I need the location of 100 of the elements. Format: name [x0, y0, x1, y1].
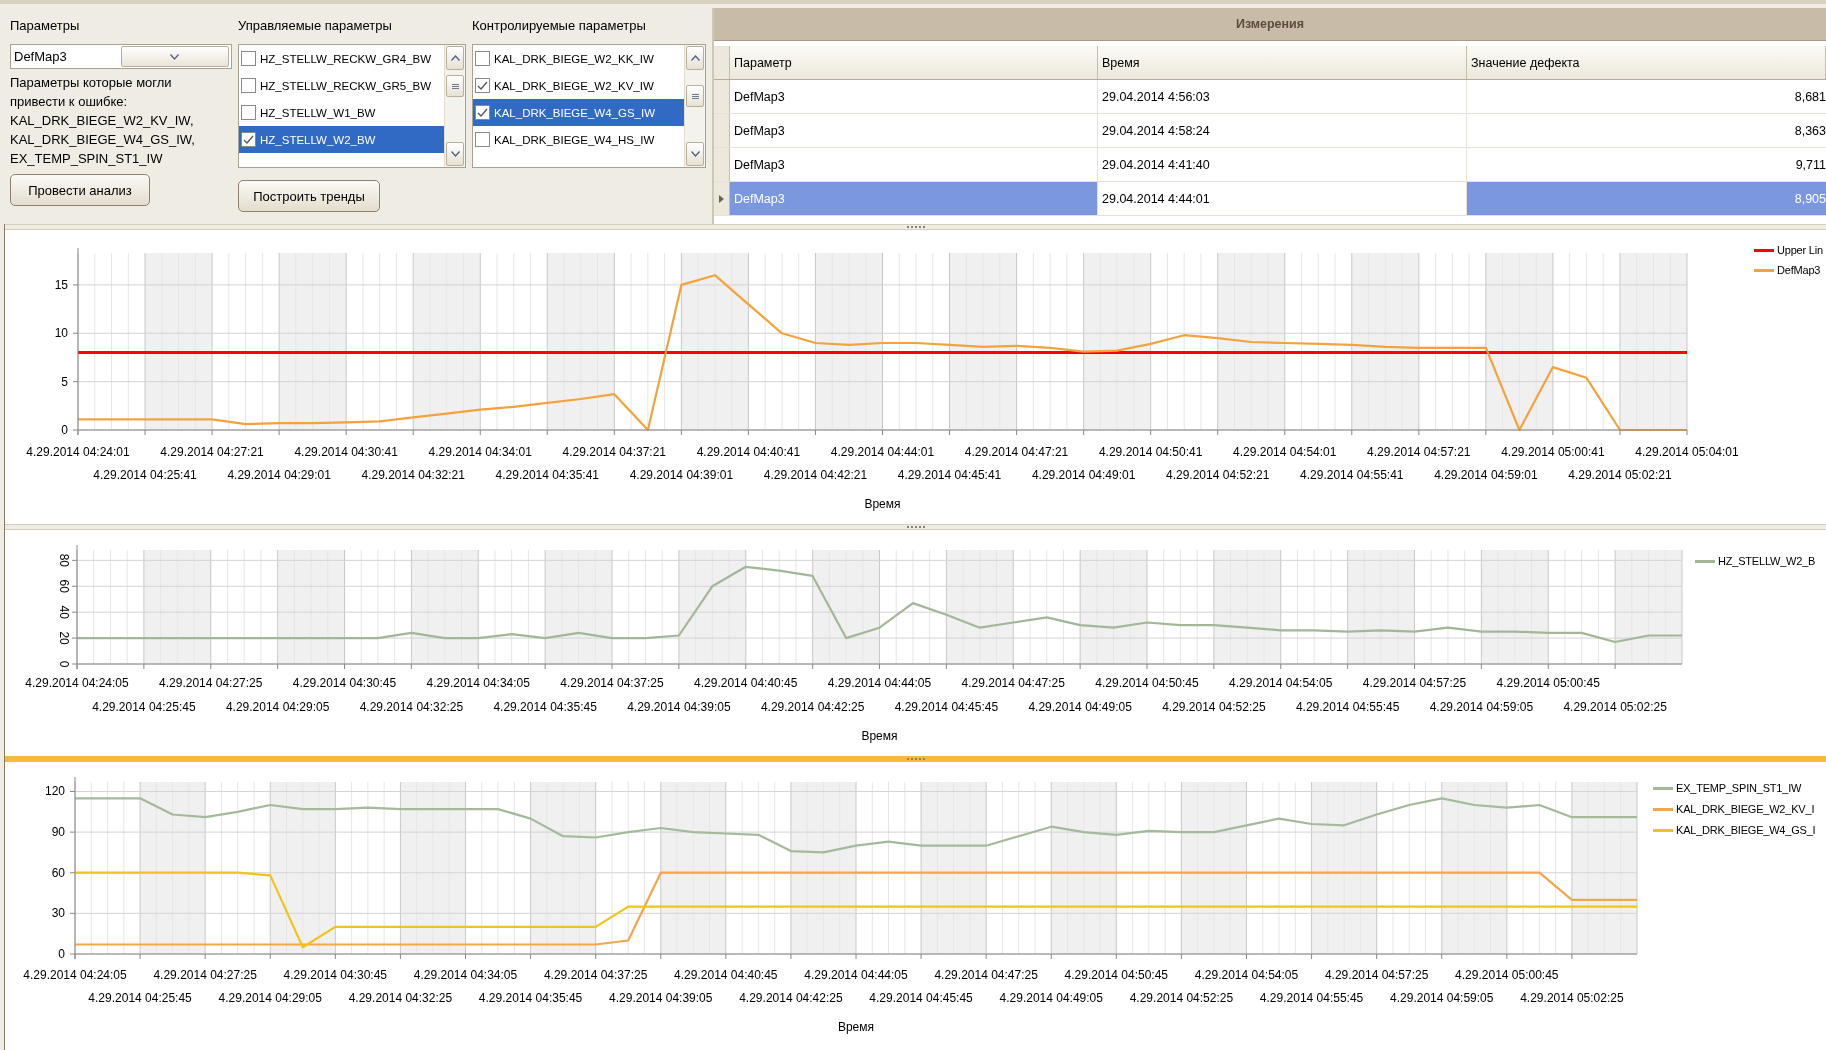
- suspect-parameter: KAL_DRK_BIEGE_W2_KV_IW,: [10, 112, 195, 130]
- scroll-down-button[interactable]: [446, 142, 464, 166]
- table-row[interactable]: DefMap3 29.04.2014 4:56:03 8,681: [714, 80, 1826, 114]
- tick-label: 4.29.2014 04:27:25: [153, 968, 257, 982]
- table-cell-text: 8,681: [1793, 88, 1826, 106]
- panel-label: Контролируемые параметры: [472, 18, 647, 35]
- table-row[interactable]: DefMap3 29.04.2014 4:58:24 8,363: [714, 114, 1826, 148]
- tick-label: 4.29.2014 04:42:25: [760, 700, 865, 714]
- tick-label: 20: [57, 631, 71, 645]
- grip-icon: [690, 92, 700, 100]
- tick-label: 4.29.2014 04:37:25: [543, 968, 648, 982]
- tick-label: 4.29.2014 04:52:21: [1166, 468, 1270, 482]
- tick-label: 4.29.2014 04:29:01: [227, 468, 331, 482]
- tick-label: 4.29.2014 04:55:45: [1259, 991, 1364, 1005]
- list-item[interactable]: HZ_STELLW_W1_BW: [239, 99, 444, 126]
- row-header[interactable]: [714, 182, 730, 215]
- checkbox[interactable]: [241, 105, 256, 120]
- table-cell: 29.04.2014 4:41:40: [1098, 148, 1467, 181]
- tick-label: 4.29.2014 04:44:05: [827, 676, 932, 690]
- list-item[interactable]: KAL_DRK_BIEGE_W2_KV_IW: [473, 72, 684, 99]
- tick-label: 4.29.2014 04:35:41: [495, 468, 599, 482]
- table-row[interactable]: DefMap3 29.04.2014 4:44:01 8,905: [714, 182, 1826, 216]
- scroll-thumb[interactable]: [446, 75, 464, 97]
- tick-label: 4.29.2014 04:24:05: [23, 968, 127, 982]
- tick-label: 4.29.2014 04:35:45: [493, 700, 597, 714]
- checkbox[interactable]: [241, 78, 256, 93]
- tick-label: 4.29.2014 04:55:41: [1300, 468, 1404, 482]
- tick-label: 80: [57, 553, 71, 568]
- tick-label: 4.29.2014 04:42:25: [739, 991, 843, 1005]
- scroll-down-button[interactable]: [686, 142, 704, 166]
- chevron-up-icon: [690, 55, 700, 61]
- tick-label: 4.29.2014 04:35:45: [478, 991, 583, 1005]
- tick-label: 4.29.2014 04:25:45: [88, 991, 192, 1005]
- tick-label: 0: [58, 947, 65, 961]
- tick-label: 4.29.2014 04:59:01: [1434, 468, 1538, 482]
- table-cell: 8,905: [1467, 182, 1826, 215]
- tick-label: 4.29.2014 04:45:41: [897, 468, 1002, 482]
- analyze-button[interactable]: Провести анализ: [10, 174, 150, 206]
- splitter-grip[interactable]: [905, 525, 926, 529]
- tick-label: 120: [44, 784, 65, 799]
- list-item[interactable]: KAL_DRK_BIEGE_W4_GS_IW: [473, 99, 684, 126]
- list-item[interactable]: HZ_STELLW_RECKW_GR4_BW: [239, 45, 444, 72]
- list-item[interactable]: KAL_DRK_BIEGE_W4_HS_IW: [473, 126, 684, 153]
- column-header[interactable]: Значение дефекта: [1467, 46, 1826, 79]
- tick-label: 30: [51, 906, 65, 921]
- tick-label: 4.29.2014 04:52:25: [1129, 991, 1234, 1005]
- dropdown-button[interactable]: [120, 46, 229, 67]
- tick-label: 0: [61, 423, 68, 437]
- tick-label: 4.29.2014 04:30:41: [294, 445, 398, 459]
- tick-label: 4.29.2014 04:57:21: [1367, 445, 1471, 459]
- scroll-up-button[interactable]: [686, 46, 704, 70]
- tick-label: 4.29.2014 04:50:45: [1095, 676, 1199, 690]
- tick-label: 4.29.2014 04:55:45: [1295, 700, 1400, 714]
- list-item[interactable]: HZ_STELLW_W2_BW: [239, 126, 444, 153]
- build-trends-button[interactable]: Построить тренды: [238, 180, 380, 212]
- tick-label: 4.29.2014 04:40:45: [674, 968, 778, 982]
- tick-label: 4.29.2014 05:00:45: [1496, 676, 1600, 690]
- tick-label: 4.29.2014 04:49:05: [1028, 700, 1132, 714]
- checkbox[interactable]: [241, 132, 256, 147]
- table-cell: DefMap3: [730, 114, 1098, 147]
- checkbox[interactable]: [475, 132, 490, 147]
- scroll-thumb[interactable]: [686, 85, 704, 107]
- scrollbar[interactable]: [684, 45, 705, 167]
- panel-label: Управляемые параметры: [238, 18, 393, 35]
- list-item[interactable]: HZ_STELLW_RECKW_GR5_BW: [239, 72, 444, 99]
- tick-label: 10: [54, 326, 68, 341]
- tick-label: 4.29.2014 05:04:01: [1635, 445, 1739, 459]
- table-cell: DefMap3: [730, 80, 1098, 113]
- tick-label: 4.29.2014 05:02:25: [1520, 991, 1624, 1005]
- table-cell: DefMap3: [730, 148, 1098, 181]
- checkbox[interactable]: [475, 105, 490, 120]
- tick-label: 4.29.2014 04:40:41: [696, 445, 801, 459]
- table-cell-text: 9,711: [1794, 156, 1826, 174]
- tick-label: 4.29.2014 05:02:25: [1563, 700, 1667, 714]
- checkbox[interactable]: [475, 78, 490, 93]
- suspect-parameter: KAL_DRK_BIEGE_W4_GS_IW,: [10, 131, 196, 149]
- tick-label: 4.29.2014 04:27:21: [160, 445, 264, 459]
- splitter-grip[interactable]: [905, 225, 926, 229]
- suspect-parameter: EX_TEMP_SPIN_ST1_IW: [10, 150, 164, 168]
- list-item[interactable]: KAL_DRK_BIEGE_W2_KK_IW: [473, 45, 684, 72]
- tick-label: 4.29.2014 04:49:05: [999, 991, 1103, 1005]
- scrollbar[interactable]: [444, 45, 465, 167]
- column-header[interactable]: Параметр: [730, 46, 1098, 79]
- checkbox[interactable]: [475, 51, 490, 66]
- tick-label: 60: [57, 579, 71, 593]
- tick-label: 4.29.2014 05:00:41: [1501, 445, 1605, 459]
- tick-label: 4.29.2014 04:40:45: [694, 676, 798, 690]
- checkbox[interactable]: [241, 51, 256, 66]
- legend-label: HZ_STELLW_W2_B: [1718, 555, 1816, 567]
- tick-label: 4.29.2014 04:49:01: [1031, 468, 1136, 482]
- tick-label: 4.29.2014 04:34:05: [426, 676, 530, 690]
- column-header[interactable]: Время: [1098, 46, 1467, 79]
- scroll-up-button[interactable]: [446, 46, 464, 70]
- tick-label: 5: [61, 374, 68, 389]
- parameter-dropdown[interactable]: DefMap3: [10, 44, 232, 69]
- table-cell: DefMap3: [730, 182, 1098, 215]
- tick-label: 4.29.2014 04:24:01: [26, 445, 130, 459]
- tick-label: 4.29.2014 04:47:25: [934, 968, 1038, 982]
- table-cell: 29.04.2014 4:56:03: [1098, 80, 1467, 113]
- tick-label: 4.29.2014 04:37:21: [562, 445, 667, 459]
